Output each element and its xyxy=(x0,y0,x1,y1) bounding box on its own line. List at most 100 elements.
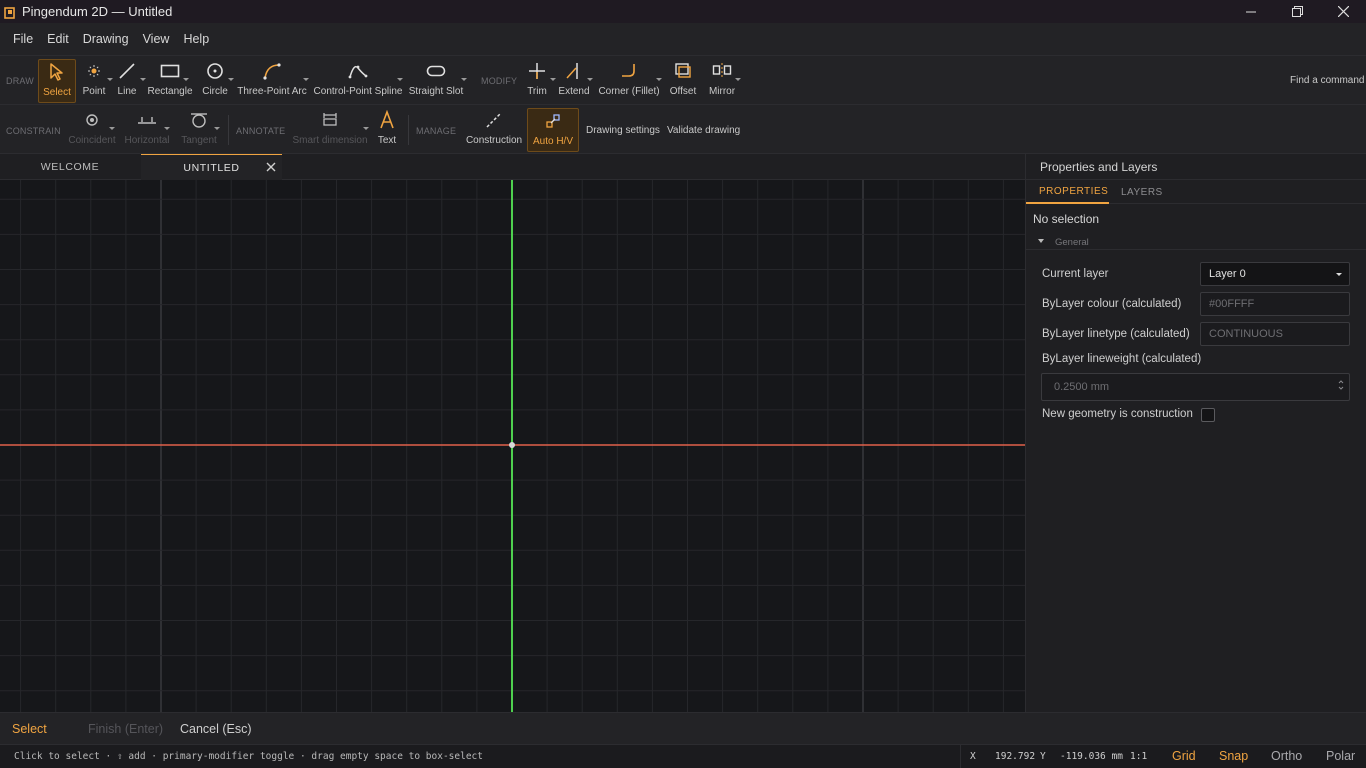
tab-layers[interactable]: LAYERS xyxy=(1121,180,1163,204)
polar-toggle[interactable]: Polar xyxy=(1326,749,1355,763)
bylayer-linetype-label: ByLayer linetype (calculated) xyxy=(1042,328,1190,340)
point-icon xyxy=(79,59,113,83)
menu-edit[interactable]: Edit xyxy=(40,32,76,46)
construction-geometry-checkbox[interactable] xyxy=(1201,408,1215,422)
snap-toggle[interactable]: Snap xyxy=(1219,749,1248,763)
extend-tool[interactable]: Extend xyxy=(558,59,593,103)
cancel-button[interactable]: Cancel (Esc) xyxy=(180,722,252,736)
smart-dimension-tool[interactable]: Smart dimension xyxy=(292,108,369,152)
close-window-button[interactable] xyxy=(1320,0,1366,23)
tab-welcome[interactable]: WELCOME xyxy=(0,154,140,180)
auto-hv-icon xyxy=(538,109,568,133)
group-label-annotate: ANNOTATE xyxy=(236,126,286,136)
select-tool[interactable]: Select xyxy=(38,59,76,103)
mirror-tool-label: Mirror xyxy=(708,86,736,97)
close-icon xyxy=(1337,6,1349,17)
grid-toggle[interactable]: Grid xyxy=(1172,749,1196,763)
ortho-toggle[interactable]: Ortho xyxy=(1271,749,1302,763)
mirror-tool[interactable]: Mirror xyxy=(706,59,741,103)
tab-properties-label: PROPERTIES xyxy=(1039,185,1109,197)
menu-drawing[interactable]: Drawing xyxy=(76,32,136,46)
tab-untitled[interactable]: UNTITLED xyxy=(141,154,282,180)
trim-icon xyxy=(522,59,556,83)
tangent-icon xyxy=(184,108,220,132)
corner-tool-label: Corner (Fillet) xyxy=(598,86,660,97)
trim-tool[interactable]: Trim xyxy=(522,59,556,103)
spline-tool-label: Control-Point Spline xyxy=(313,86,403,97)
tab-properties[interactable]: PROPERTIES xyxy=(1026,180,1109,204)
arc-icon xyxy=(257,59,309,83)
tab-welcome-label: WELCOME xyxy=(40,161,100,173)
horizontal-tool-label: Horizontal xyxy=(124,135,170,146)
tab-layers-label: LAYERS xyxy=(1121,186,1163,198)
drawing-canvas[interactable] xyxy=(0,180,1025,712)
cursor-arrow-icon xyxy=(42,60,72,84)
line-tool-label: Line xyxy=(117,86,137,97)
ribbon-separator xyxy=(408,115,409,145)
straight-slot-tool[interactable]: Straight Slot xyxy=(409,59,467,103)
group-label-manage: MANAGE xyxy=(416,126,457,136)
menu-view[interactable]: View xyxy=(136,32,177,46)
validate-drawing-button[interactable]: Validate drawing xyxy=(667,125,740,136)
point-tool[interactable]: Point xyxy=(79,59,113,103)
panel-tabs: PROPERTIES LAYERS xyxy=(1026,180,1366,204)
ribbon-draw-modify: DRAW Select Point Line Rectangle Circle … xyxy=(0,56,1366,105)
find-command-button[interactable]: Find a command xyxy=(1290,75,1364,86)
section-general-label: General xyxy=(1055,237,1089,248)
bylayer-lineweight-label: ByLayer lineweight (calculated) xyxy=(1042,353,1202,365)
restore-button[interactable] xyxy=(1274,0,1320,23)
horizontal-tool[interactable]: Horizontal xyxy=(124,108,170,152)
command-bar: Select Finish (Enter) Cancel (Esc) xyxy=(0,712,1366,744)
window-title: Pingendum 2D — Untitled xyxy=(22,4,173,19)
text-tool[interactable]: Text xyxy=(372,108,402,152)
restore-icon xyxy=(1291,6,1303,17)
line-icon xyxy=(112,59,146,83)
offset-tool[interactable]: Offset xyxy=(667,59,699,103)
section-general[interactable]: General xyxy=(1026,234,1366,250)
coord-x-label: X xyxy=(970,751,976,762)
chevron-down-icon xyxy=(1336,273,1342,276)
auto-hv-label: Auto H/V xyxy=(532,136,574,147)
status-hint: Click to select · ⇧ add · primary-modifi… xyxy=(14,751,483,762)
rectangle-tool[interactable]: Rectangle xyxy=(147,59,193,103)
horizontal-constraint-icon xyxy=(132,108,170,132)
auto-hv-toggle[interactable]: Auto H/V xyxy=(527,108,579,152)
ribbon-constrain-annotate-manage: CONSTRAIN Coincident Horizontal Tangent … xyxy=(0,105,1366,154)
finish-button[interactable]: Finish (Enter) xyxy=(88,722,163,736)
ribbon-separator xyxy=(228,115,229,145)
selection-status: No selection xyxy=(1033,212,1100,226)
three-point-arc-tool[interactable]: Three-Point Arc xyxy=(237,59,309,103)
origin-point xyxy=(509,442,515,448)
minimize-button[interactable] xyxy=(1228,0,1274,23)
tab-untitled-label: UNTITLED xyxy=(183,161,240,174)
menu-help[interactable]: Help xyxy=(176,32,216,46)
coincident-icon xyxy=(77,108,115,132)
current-layer-select[interactable]: Layer 0 xyxy=(1200,262,1350,286)
mirror-icon xyxy=(707,59,741,83)
tangent-tool[interactable]: Tangent xyxy=(181,108,220,152)
canvas-grid xyxy=(0,180,1025,712)
control-point-spline-tool[interactable]: Control-Point Spline xyxy=(314,59,403,103)
construction-tool-label: Construction xyxy=(465,135,523,146)
close-tab-button[interactable] xyxy=(264,160,278,174)
title-bar: Pingendum 2D — Untitled xyxy=(0,0,1366,23)
point-tool-label: Point xyxy=(82,86,106,97)
panel-title: Properties and Layers xyxy=(1026,154,1366,180)
construction-geometry-label: New geometry is construction xyxy=(1042,408,1193,420)
app-window: Pingendum 2D — Untitled File Edit Drawin… xyxy=(0,0,1366,768)
corner-fillet-tool[interactable]: Corner (Fillet) xyxy=(598,59,662,103)
window-controls xyxy=(1228,0,1366,23)
offset-icon xyxy=(668,59,698,83)
coincident-tool[interactable]: Coincident xyxy=(68,108,116,152)
drawing-settings-button[interactable]: Drawing settings xyxy=(586,125,660,136)
construction-tool[interactable]: Construction xyxy=(465,108,523,152)
line-tool[interactable]: Line xyxy=(112,59,146,103)
coord-y-value: -119.036 mm xyxy=(1060,751,1123,762)
menu-file[interactable]: File xyxy=(6,32,40,46)
circle-tool[interactable]: Circle xyxy=(200,59,234,103)
trim-tool-label: Trim xyxy=(527,86,547,97)
text-a-icon xyxy=(372,108,402,132)
group-label-draw: DRAW xyxy=(6,76,34,86)
collapse-triangle-icon xyxy=(1038,239,1044,243)
spinner-arrows-icon xyxy=(1338,380,1344,390)
